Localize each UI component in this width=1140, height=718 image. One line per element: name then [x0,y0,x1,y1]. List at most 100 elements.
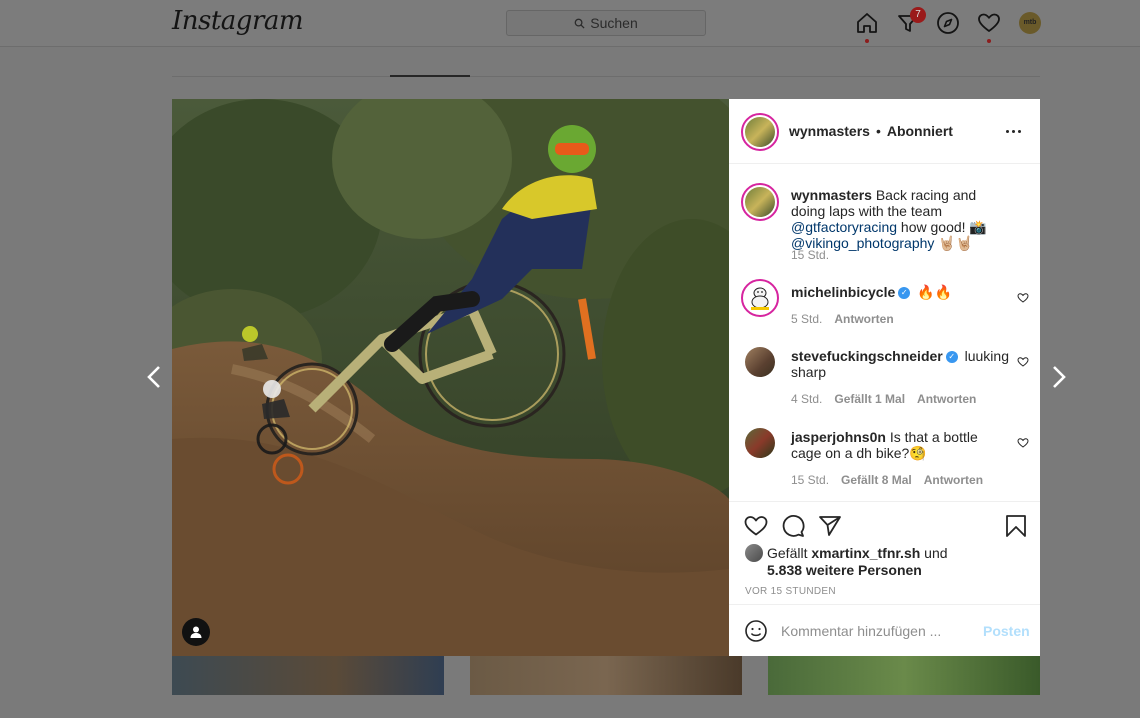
caption-part: 🤘🏼🤘🏼 [934,235,974,251]
likes-summary: Gefällt xmartinx_tfnr.sh und 5.838 weite… [745,544,1025,578]
likes-count[interactable]: Gefällt 8 Mal [841,473,912,487]
active-tab-indicator [390,75,470,77]
comment-time[interactable]: 5 Std. [791,312,822,326]
chevron-left-icon [147,366,160,388]
search-icon [574,18,585,29]
top-navigation-bar: Instagram Suchen 7 mtb NEWS [0,0,1140,47]
comment-meta: 15 Std. Gefällt 8 Mal Antworten [791,473,983,487]
caption-author-avatar-image [745,187,775,217]
emoji-picker-button[interactable] [744,619,768,643]
likes-count[interactable]: Gefällt 1 Mal [834,392,905,406]
comment-like-button[interactable] [1017,436,1029,448]
comment-username[interactable]: michelinbicycle [791,284,895,300]
author-avatar-image [745,117,775,147]
post-detail-panel: wynmasters • Abonniert wynmasters Back r… [729,99,1040,656]
likes-mid: und [920,545,948,561]
next-post-arrow[interactable] [1045,363,1071,391]
comment-input[interactable] [781,620,981,642]
caption-mention[interactable]: @gtfactoryracing [791,219,897,235]
reply-button[interactable]: Antworten [834,312,893,326]
activity-icon[interactable]: 7 [895,7,926,36]
home-indicator-dot [865,39,869,43]
user-tag-icon [190,626,202,638]
more-dot-icon [1018,129,1021,133]
instagram-logo[interactable]: Instagram [172,6,304,36]
add-comment-section: Posten [729,604,1040,656]
comment-like-button[interactable] [1017,355,1029,367]
comment-meta: 5 Std. Antworten [791,312,894,326]
comment-username[interactable]: stevefuckingschneider [791,348,943,364]
save-button[interactable] [1004,514,1030,540]
profile-avatar[interactable]: mtb NEWS [1019,12,1041,34]
smiley-icon [745,620,767,642]
caption-part: how good! 📸 [897,219,987,235]
liker-avatar[interactable] [745,544,763,562]
post-actions: Gefällt xmartinx_tfnr.sh und 5.838 weite… [729,501,1040,604]
search-box[interactable]: Suchen [506,10,706,36]
more-options-button[interactable] [1006,125,1026,137]
home-icon[interactable] [854,10,880,43]
verified-badge-icon: ✓ [898,287,911,300]
comment-time[interactable]: 4 Std. [791,392,822,406]
tagged-users-button[interactable] [182,618,210,646]
post-comment-button[interactable]: Posten [983,623,1030,639]
others-likes-link[interactable]: 5.838 weitere Personen [767,562,922,578]
chevron-right-icon [1053,366,1066,388]
caption-author-avatar[interactable] [741,183,779,221]
heart-icon [744,516,768,536]
heart-indicator-dot [987,39,991,43]
comment-like-button[interactable] [1017,291,1029,303]
post-photo[interactable] [172,99,729,656]
heart-icon [1017,438,1029,448]
heart-icon [1017,357,1029,367]
grid-post-thumbnail[interactable] [470,655,742,695]
comment-avatar-image [745,283,775,313]
comment-username[interactable]: jasperjohns0n [791,429,886,445]
post-header: wynmasters • Abonniert [729,99,1040,164]
caption-author-username[interactable]: wynmasters [791,187,872,203]
caption-time[interactable]: 15 Std. [791,248,829,262]
comment-text: stevefuckingschneider ✓ luuking sharp [791,348,1009,380]
comment-time[interactable]: 15 Std. [791,473,829,487]
caption-text: wynmasters Back racing and doing laps wi… [791,187,1009,251]
comment-text: michelinbicycle ✓ 🔥🔥 [791,284,1009,300]
likes-prefix: Gefällt [767,545,812,561]
reply-button[interactable]: Antworten [917,392,976,406]
profile-tabs-divider [172,76,1040,77]
caption-meta: 15 Std. [791,248,829,262]
author-username[interactable]: wynmasters [789,123,870,139]
comment-meta: 4 Std. Gefällt 1 Mal Antworten [791,392,976,406]
liker-username[interactable]: xmartinx_tfnr.sh [811,545,920,561]
reply-button[interactable]: Antworten [924,473,983,487]
separator-dot: • [875,123,881,139]
follow-status-button[interactable]: Abonniert [887,123,953,139]
comment-text: jasperjohns0n Is that a bottle cage on a… [791,429,1009,461]
comment-bubble-icon [782,515,805,537]
more-dot-icon [1012,129,1015,133]
share-button[interactable] [818,514,844,540]
comment-avatar[interactable] [741,279,779,317]
mountain-bike-jump-image [172,99,729,656]
heart-activity-icon[interactable] [976,10,1002,43]
comment-avatar-image [745,428,775,458]
paper-plane-icon [819,516,841,536]
search-placeholder: Suchen [590,15,638,31]
author-avatar[interactable] [741,113,779,151]
comment-body: 🔥🔥 [917,284,953,300]
verified-badge-icon: ✓ [945,351,958,364]
michelin-man-icon [751,287,769,310]
comments-list[interactable]: wynmasters Back racing and doing laps wi… [729,165,1040,500]
explore-compass-icon[interactable] [935,10,961,36]
comment-button[interactable] [781,514,807,540]
like-button[interactable] [744,514,770,540]
post-timestamp[interactable]: VOR 15 STUNDEN [745,586,836,597]
comment-avatar[interactable] [745,347,775,377]
comment-avatar[interactable] [745,428,775,458]
grid-post-thumbnail[interactable] [172,655,444,695]
more-dot-icon [1006,129,1009,133]
heart-icon [1017,293,1029,303]
grid-post-thumbnail[interactable] [768,655,1040,695]
previous-post-arrow[interactable] [142,363,168,391]
comment-avatar-image [745,347,775,377]
post-author-row: wynmasters • Abonniert [789,123,953,139]
